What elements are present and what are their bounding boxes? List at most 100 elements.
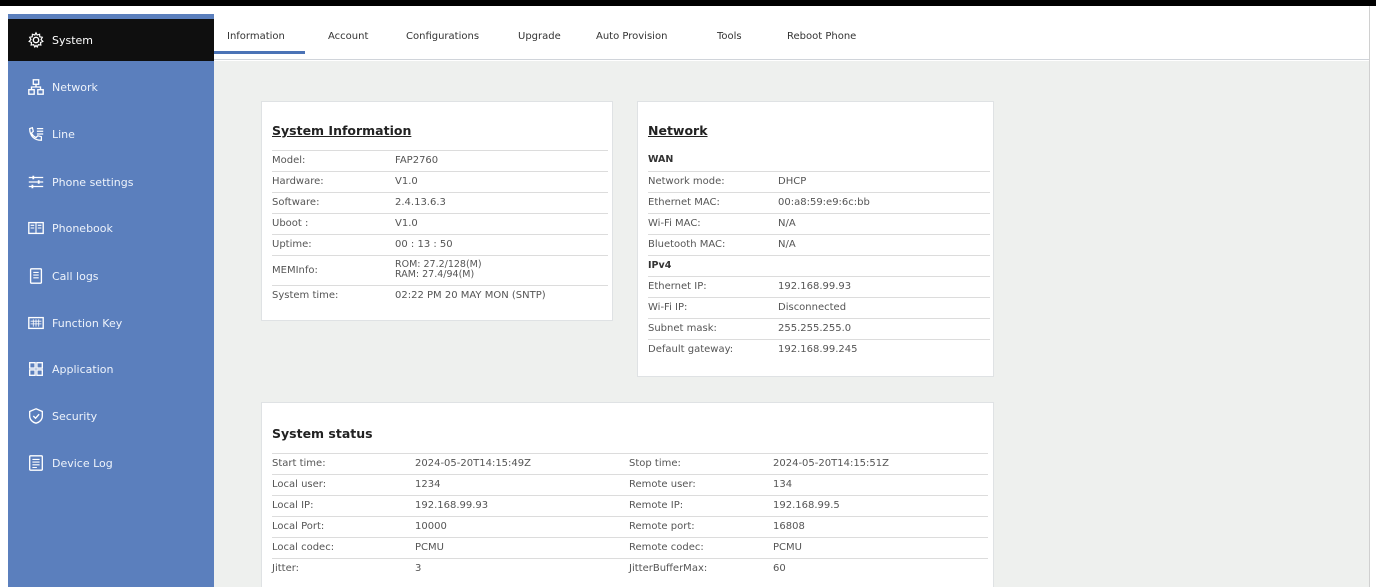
network-row-wifi-ip: Wi-Fi IP: Disconnected bbox=[648, 297, 990, 318]
status-row: Local codec: PCMU Remote codec: PCMU bbox=[272, 537, 988, 558]
ipv4-heading: IPv4 bbox=[648, 260, 672, 271]
top-bar bbox=[0, 0, 1376, 6]
right-border bbox=[1369, 6, 1376, 587]
info-label: System time: bbox=[272, 290, 339, 301]
tab-account[interactable]: Account bbox=[328, 31, 368, 42]
status-value: 2024-05-20T14:15:49Z bbox=[415, 458, 531, 469]
network-row-bluetooth-mac: Bluetooth MAC: N/A bbox=[648, 234, 990, 255]
sidebar-item-call-logs[interactable]: Call logs bbox=[8, 255, 214, 297]
status-label: Local Port: bbox=[272, 521, 325, 532]
status-label: Jitter: bbox=[272, 563, 300, 574]
status-value: 192.168.99.93 bbox=[415, 500, 489, 511]
tab-auto-provision[interactable]: Auto Provision bbox=[596, 31, 667, 42]
info-label: Wi-Fi MAC: bbox=[648, 218, 701, 229]
panel-title: Network bbox=[648, 123, 708, 138]
sidebar-item-label: Security bbox=[52, 409, 98, 423]
book-icon bbox=[26, 218, 46, 238]
info-value: 00:a8:59:e9:6c:bb bbox=[778, 197, 870, 208]
tab-information[interactable]: Information bbox=[227, 31, 285, 42]
status-label: Local IP: bbox=[272, 500, 314, 511]
sidebar-item-network[interactable]: Network bbox=[8, 66, 214, 108]
status-label: Local codec: bbox=[272, 542, 335, 553]
status-label: Stop time: bbox=[629, 458, 681, 469]
tab-tools[interactable]: Tools bbox=[717, 31, 742, 42]
info-label: Bluetooth MAC: bbox=[648, 239, 726, 250]
phone-lines-icon bbox=[26, 124, 46, 144]
sidebar-item-label: Device Log bbox=[52, 456, 113, 470]
info-value: N/A bbox=[778, 218, 796, 229]
sidebar: System Network Line Phone settings Phone… bbox=[8, 14, 214, 587]
info-label: Network mode: bbox=[648, 176, 725, 187]
status-value: PCMU bbox=[773, 542, 802, 553]
status-label: Remote codec: bbox=[629, 542, 704, 553]
sidebar-item-label: Application bbox=[52, 362, 114, 376]
info-row-hardware: Hardware: V1.0 bbox=[272, 171, 608, 192]
info-value: V1.0 bbox=[395, 176, 418, 187]
status-value: 1234 bbox=[415, 479, 441, 490]
info-label: Ethernet IP: bbox=[648, 281, 707, 292]
sidebar-item-line[interactable]: Line bbox=[8, 113, 214, 155]
sidebar-item-system[interactable]: System bbox=[8, 19, 214, 61]
sidebar-item-label: Call logs bbox=[52, 269, 99, 283]
shield-icon bbox=[26, 406, 46, 426]
info-value: 192.168.99.245 bbox=[778, 344, 858, 355]
info-value: FAP2760 bbox=[395, 155, 439, 166]
system-status-panel: System status Start time: 2024-05-20T14:… bbox=[261, 402, 994, 587]
sidebar-item-phone-settings[interactable]: Phone settings bbox=[8, 161, 214, 203]
tab-reboot-phone[interactable]: Reboot Phone bbox=[787, 31, 856, 42]
info-label: Default gateway: bbox=[648, 344, 734, 355]
status-value: PCMU bbox=[415, 542, 444, 553]
wan-heading: WAN bbox=[648, 154, 674, 165]
network-icon bbox=[26, 77, 46, 97]
sidebar-item-device-log[interactable]: Device Log bbox=[8, 442, 214, 484]
network-row-mode: Network mode: DHCP bbox=[648, 171, 990, 192]
tab-bar: Information Account Configurations Upgra… bbox=[214, 14, 1369, 60]
info-value: N/A bbox=[778, 239, 796, 250]
status-value: 3 bbox=[415, 563, 422, 574]
info-value: 255.255.255.0 bbox=[778, 323, 852, 334]
info-label: Hardware: bbox=[272, 176, 324, 187]
status-value: 10000 bbox=[415, 521, 447, 532]
tab-configurations[interactable]: Configurations bbox=[406, 31, 479, 42]
info-value: Disconnected bbox=[778, 302, 847, 313]
info-label: Wi-Fi IP: bbox=[648, 302, 688, 313]
tab-upgrade[interactable]: Upgrade bbox=[518, 31, 561, 42]
network-row-subnet-mask: Subnet mask: 255.255.255.0 bbox=[648, 318, 990, 339]
status-row: Local Port: 10000 Remote port: 16808 bbox=[272, 516, 988, 537]
sidebar-item-label: Network bbox=[52, 80, 98, 94]
panel-title: System status bbox=[272, 426, 373, 441]
log-icon bbox=[26, 453, 46, 473]
status-value: 134 bbox=[773, 479, 793, 490]
network-panel: Network WAN Network mode: DHCP Ethernet … bbox=[637, 101, 994, 377]
info-value: 02:22 PM 20 MAY MON (SNTP) bbox=[395, 290, 546, 301]
sidebar-item-security[interactable]: Security bbox=[8, 395, 214, 437]
status-value: 192.168.99.5 bbox=[773, 500, 840, 511]
sidebar-item-application[interactable]: Application bbox=[8, 348, 214, 390]
sidebar-item-label: Phone settings bbox=[52, 175, 134, 189]
info-value: 2.4.13.6.3 bbox=[395, 197, 446, 208]
ipv4-heading-row: IPv4 bbox=[648, 255, 990, 276]
status-row: Jitter: 3 JitterBufferMax: 60 bbox=[272, 558, 988, 579]
grid-icon bbox=[26, 359, 46, 379]
keyboard-icon bbox=[26, 313, 46, 333]
network-row-default-gateway: Default gateway: 192.168.99.245 bbox=[648, 339, 990, 360]
status-value: 2024-05-20T14:15:51Z bbox=[773, 458, 889, 469]
info-label: Subnet mask: bbox=[648, 323, 717, 334]
status-row: Local user: 1234 Remote user: 134 bbox=[272, 474, 988, 495]
sidebar-item-phonebook[interactable]: Phonebook bbox=[8, 207, 214, 249]
sidebar-item-label: Line bbox=[52, 127, 75, 141]
status-row: Local IP: 192.168.99.93 Remote IP: 192.1… bbox=[272, 495, 988, 516]
sidebar-item-label: System bbox=[52, 33, 94, 47]
info-row-system-time: System time: 02:22 PM 20 MAY MON (SNTP) bbox=[272, 285, 608, 306]
gear-icon bbox=[26, 30, 46, 50]
panel-title: System Information bbox=[272, 123, 412, 138]
status-label: Remote port: bbox=[629, 521, 695, 532]
info-row-uptime: Uptime: 00 : 13 : 50 bbox=[272, 234, 608, 255]
sidebar-item-label: Phonebook bbox=[52, 221, 113, 235]
network-row-ethernet-mac: Ethernet MAC: 00:a8:59:e9:6c:bb bbox=[648, 192, 990, 213]
sidebar-item-label: Function Key bbox=[52, 316, 123, 330]
status-label: Remote user: bbox=[629, 479, 696, 490]
info-label: Model: bbox=[272, 155, 306, 166]
info-label: Software: bbox=[272, 197, 320, 208]
sidebar-item-function-key[interactable]: Function Key bbox=[8, 302, 214, 344]
